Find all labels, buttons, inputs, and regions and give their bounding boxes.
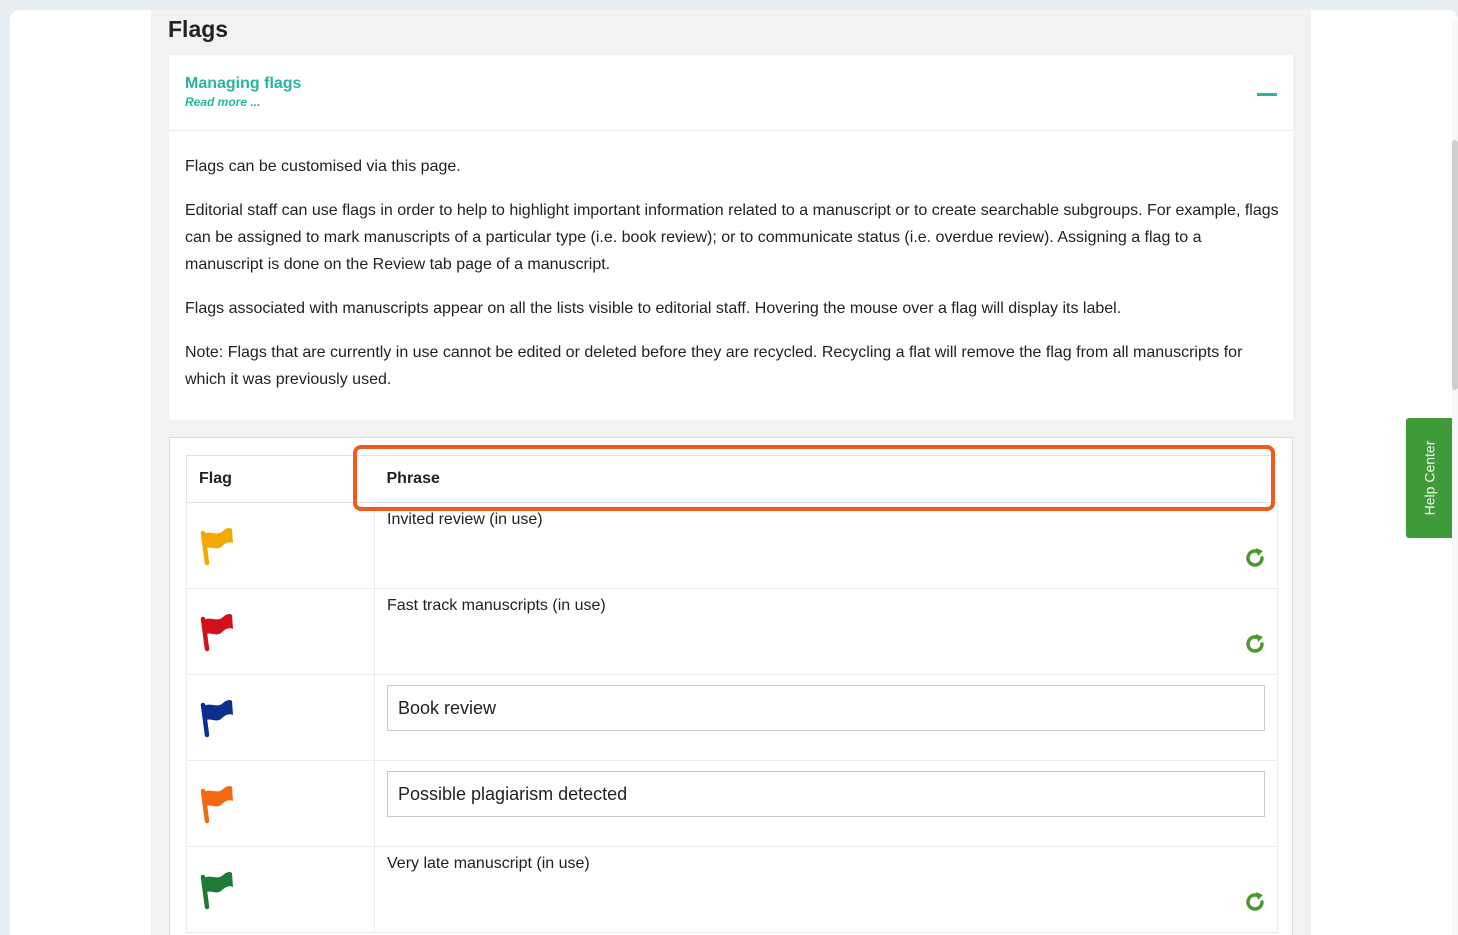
- info-header[interactable]: Managing flags Read more ...: [169, 55, 1293, 131]
- table-header-row: Flag Phrase: [186, 455, 1278, 503]
- flag-yellow-icon: [200, 527, 233, 566]
- info-text: Flags can be customised via this page. E…: [185, 153, 1279, 410]
- managing-flags-link[interactable]: Managing flags: [185, 75, 301, 93]
- table-row: Invited review (in use): [186, 502, 1278, 589]
- info-paragraph: Flags can be customised via this page.: [185, 158, 461, 175]
- info-paragraph: Flags associated with manuscripts appear…: [185, 300, 1122, 317]
- phrase-text: Invited review (in use): [387, 511, 543, 528]
- phrase-input[interactable]: [387, 685, 1265, 731]
- phrase-input[interactable]: [387, 771, 1265, 817]
- flag-blue-icon: [200, 699, 233, 738]
- recycle-icon[interactable]: [1243, 632, 1267, 656]
- info-box: Managing flags Read more ... Flags can b…: [169, 55, 1293, 420]
- table-row: [186, 760, 1278, 847]
- flags-table-box: Flag Phrase Invited review (in use) Fast …: [169, 437, 1293, 935]
- scrollbar-thumb[interactable]: [1452, 140, 1458, 390]
- phrase-column-header: Phrase: [374, 455, 1278, 503]
- recycle-icon[interactable]: [1243, 546, 1267, 570]
- phrase-cell: [374, 674, 1278, 761]
- page-title: Flags: [168, 16, 229, 42]
- table-row: Very late manuscript (in use): [186, 846, 1278, 933]
- phrase-cell: Very late manuscript (in use): [374, 846, 1278, 933]
- phrase-text: Fast track manuscripts (in use): [387, 597, 606, 614]
- content-panel: Flags Managing flags Read more ... Flags…: [151, 10, 1311, 935]
- phrase-text: Very late manuscript (in use): [387, 855, 590, 872]
- flag-cell: [186, 674, 375, 761]
- flag-cell: [186, 502, 375, 589]
- phrase-cell: Invited review (in use): [374, 502, 1278, 589]
- phrase-cell: [374, 760, 1278, 847]
- flag-green-icon: [200, 871, 233, 910]
- info-paragraph: Note: Flags that are currently in use ca…: [185, 344, 1243, 388]
- phrase-cell: Fast track manuscripts (in use): [374, 588, 1278, 675]
- flags-table: Flag Phrase Invited review (in use) Fast …: [186, 455, 1278, 933]
- flag-cell: [186, 846, 375, 933]
- flags-table-body: Invited review (in use) Fast track manusc…: [186, 502, 1278, 933]
- flag-cell: [186, 588, 375, 675]
- flag-red-icon: [200, 613, 233, 652]
- help-center-label: Help Center: [1421, 440, 1438, 516]
- table-row: [186, 674, 1278, 761]
- page-container: Flags Managing flags Read more ... Flags…: [10, 10, 1458, 935]
- flag-orange-icon: [200, 785, 233, 824]
- flag-column-header: Flag: [186, 455, 375, 503]
- flag-cell: [186, 760, 375, 847]
- info-paragraph: Editorial staff can use flags in order t…: [185, 202, 1279, 273]
- table-row: Fast track manuscripts (in use): [186, 588, 1278, 675]
- read-more-link[interactable]: Read more ...: [185, 95, 260, 109]
- help-center-tab[interactable]: Help Center: [1406, 418, 1452, 538]
- recycle-icon[interactable]: [1243, 890, 1267, 914]
- collapse-icon[interactable]: [1257, 93, 1277, 96]
